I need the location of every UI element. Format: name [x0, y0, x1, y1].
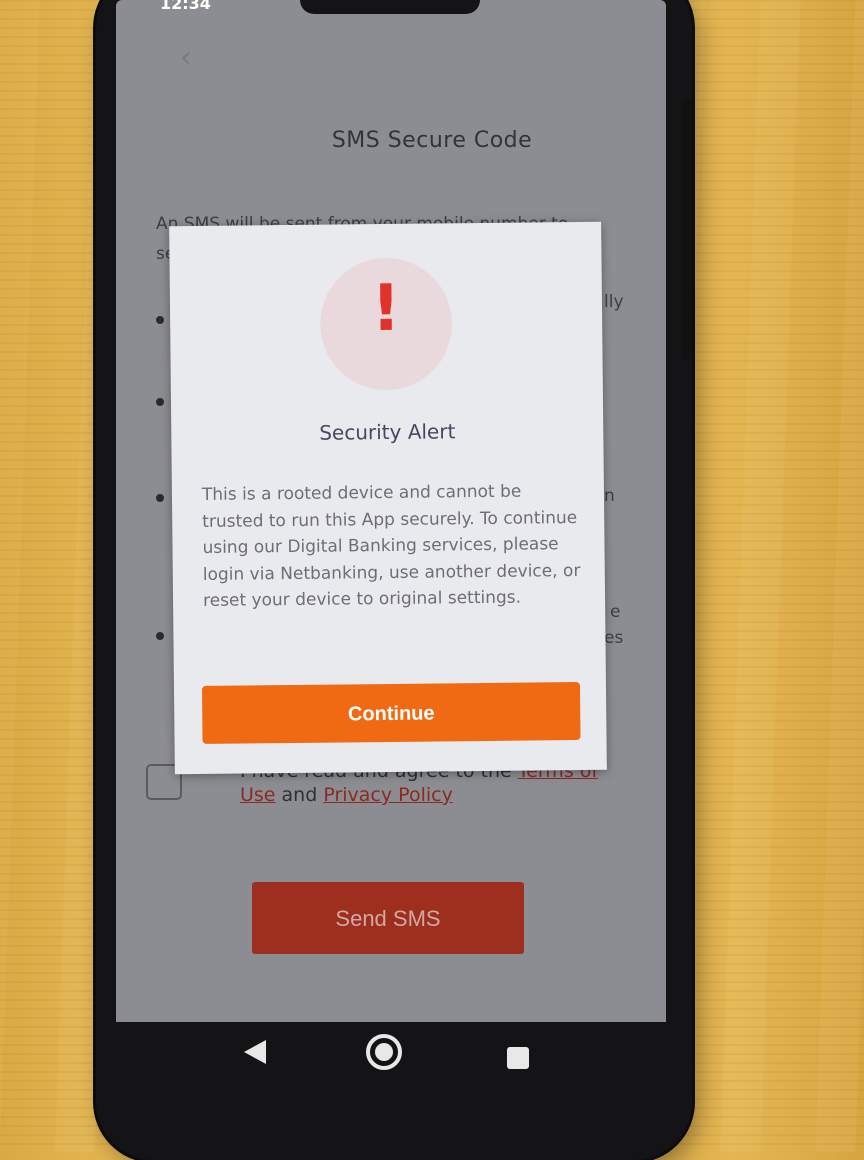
- bullet-point: [156, 316, 164, 324]
- bullet-point: [156, 632, 164, 640]
- dialog-title: Security Alert: [319, 419, 456, 445]
- bullet-text-tail: n: [604, 486, 615, 506]
- page-title: SMS Secure Code: [331, 128, 533, 153]
- dialog-message: This is a rooted device and cannot be tr…: [201, 481, 581, 611]
- security-alert-dialog: ! Security Alert This is a rooted device…: [169, 221, 607, 775]
- bullet-point: [156, 494, 164, 502]
- consent-connector: and: [275, 784, 324, 806]
- camera-notch: [300, 0, 480, 14]
- privacy-policy-link[interactable]: Privacy Policy: [323, 784, 452, 806]
- back-arrow-icon[interactable]: ‹: [180, 40, 192, 75]
- continue-button[interactable]: Continue: [201, 682, 581, 744]
- status-time: 12:34: [160, 0, 211, 13]
- bullet-text-tail: es: [604, 628, 624, 648]
- terms-of-use-link-cont[interactable]: Use: [240, 784, 276, 806]
- consent-text-line-2: Use and Privacy Policy: [240, 784, 453, 806]
- bullet-text-tail: e: [610, 602, 621, 622]
- nav-home-icon[interactable]: [366, 1034, 402, 1070]
- bullet-text-tail: lly: [604, 292, 624, 312]
- nav-recents-icon[interactable]: [507, 1047, 529, 1069]
- bullet-point: [156, 398, 164, 406]
- nav-back-icon[interactable]: [244, 1040, 266, 1064]
- send-sms-button[interactable]: Send SMS: [252, 882, 524, 954]
- alert-icon-circle: !: [319, 257, 453, 391]
- exclamation-icon: !: [371, 271, 402, 347]
